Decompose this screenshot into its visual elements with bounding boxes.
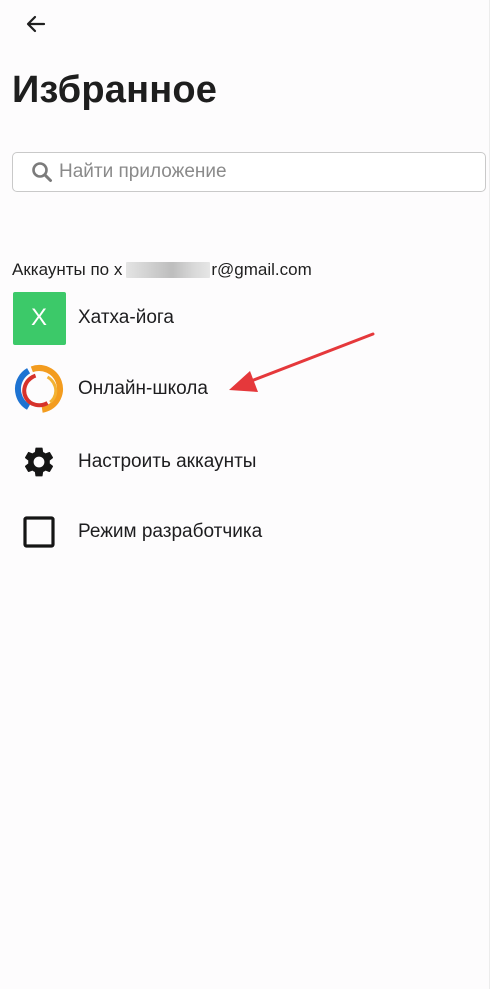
redacted-email xyxy=(126,262,211,278)
app-item-hatha-yoga[interactable]: X Хатха-йога xyxy=(12,291,482,345)
app-item-online-school[interactable]: Онлайн-школа xyxy=(12,362,482,416)
back-button[interactable] xyxy=(16,6,56,42)
developer-mode-label: Режим разработчика xyxy=(78,521,263,542)
checkbox-icon[interactable] xyxy=(12,505,66,559)
page-title: Избранное xyxy=(12,69,218,111)
app-item-label: Хатха-йога xyxy=(78,307,174,328)
letter-x-avatar: X xyxy=(12,291,66,345)
accounts-section-header: Аккаунты по х r@gmail.com xyxy=(12,258,312,282)
configure-accounts-item[interactable]: Настроить аккаунты xyxy=(12,435,482,489)
configure-accounts-label: Настроить аккаунты xyxy=(78,451,257,472)
avatar-letter: X xyxy=(12,291,66,345)
search-input[interactable] xyxy=(59,154,459,190)
accounts-email-suffix: r@gmail.com xyxy=(211,260,312,279)
accounts-prefix: Аккаунты по xyxy=(12,260,110,279)
arrow-left-icon xyxy=(26,15,46,33)
gear-icon xyxy=(12,435,66,489)
search-field[interactable] xyxy=(12,152,486,192)
favorites-screen: Избранное Аккаунты по х r@gmail.com X Хат… xyxy=(0,0,490,989)
search-icon xyxy=(31,161,53,183)
screen-edge xyxy=(489,0,498,989)
ring-logo-icon xyxy=(12,362,66,416)
developer-mode-item[interactable]: Режим разработчика xyxy=(12,505,482,559)
accounts-email-first-char: х xyxy=(113,260,123,279)
app-item-label: Онлайн-школа xyxy=(78,378,208,399)
